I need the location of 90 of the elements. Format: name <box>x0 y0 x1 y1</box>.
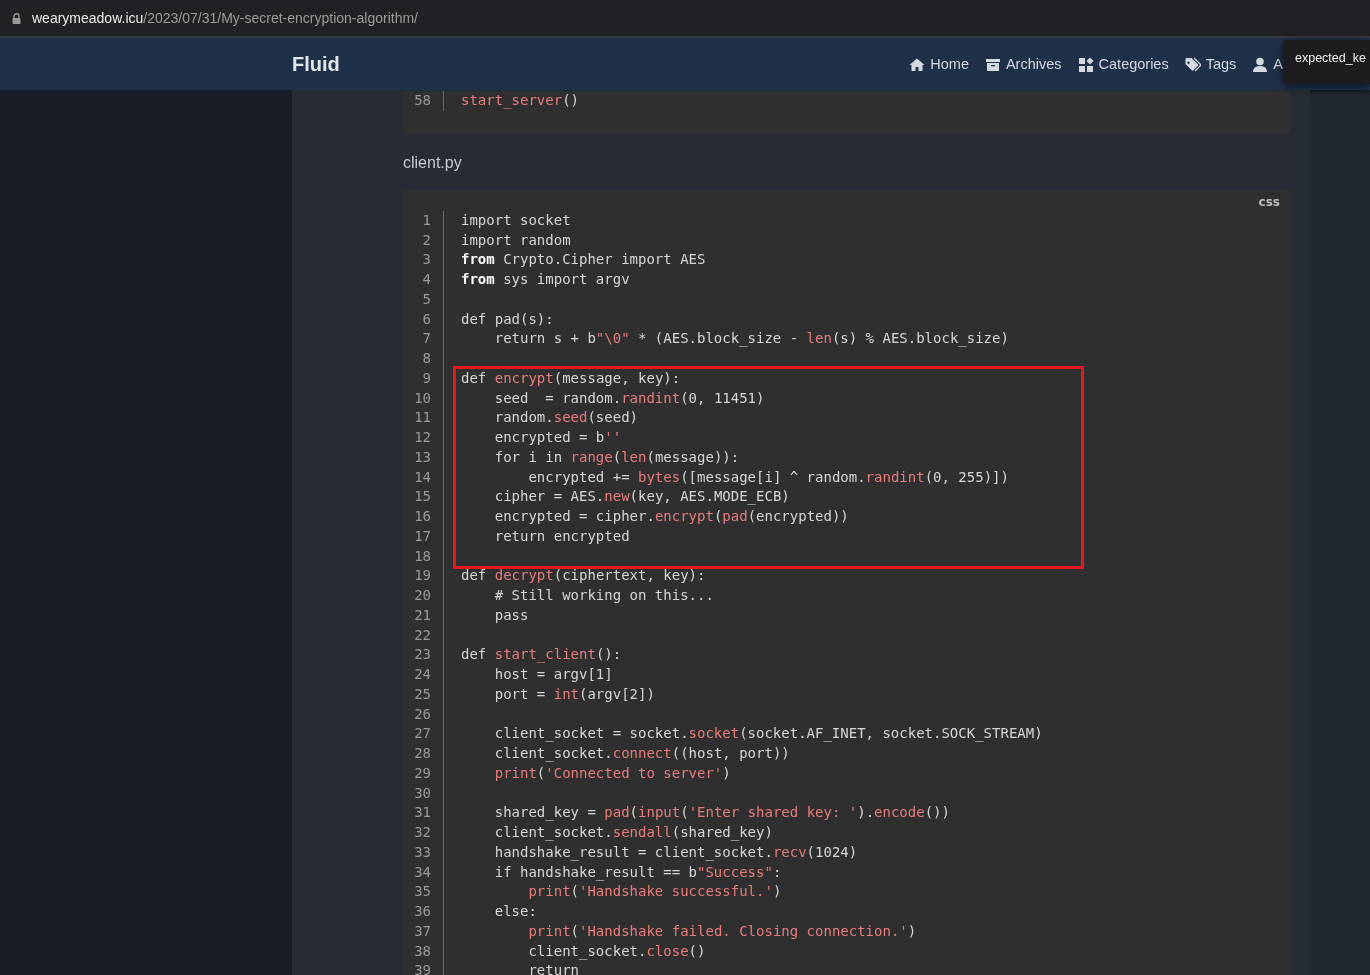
code-line: client_socket.close() <box>527 941 706 962</box>
line-number: 29 <box>413 763 431 783</box>
code-line: import socket <box>461 210 571 230</box>
line-number: 12 <box>413 428 431 447</box>
nav-link[interactable]: Archives <box>984 56 1062 72</box>
line-number: 11 <box>413 408 431 428</box>
line-number: 8 <box>421 349 431 368</box>
line-number: 26 <box>413 704 431 724</box>
code-line: def pad(s): <box>461 309 554 329</box>
tags-icon <box>1184 56 1201 72</box>
line-number: 37 <box>413 921 431 941</box>
address-bar[interactable]: wearymeadow.icu/2023/07/31/My-secret-encryption-algorithm/ <box>32 10 418 26</box>
line-number: 20 <box>413 586 431 605</box>
line-number: 19 <box>413 566 431 586</box>
line-number: 35 <box>413 882 431 902</box>
code-line: else: <box>493 902 537 921</box>
line-number: 13 <box>413 447 431 467</box>
code-line: client_socket.sendall(shared_key) <box>493 823 773 843</box>
line-number: 3 <box>421 250 431 270</box>
line-number: 22 <box>413 625 431 645</box>
code-line: handshake_result = client_socket.recv(1024) <box>493 842 858 863</box>
line-number: 39 <box>413 961 431 975</box>
code-line: random.seed(seed) <box>493 408 638 428</box>
nav-link[interactable]: Home <box>909 56 969 72</box>
code-line: pass <box>493 605 529 625</box>
line-number: 33 <box>413 842 431 862</box>
code-line: for i in range(len(message)): <box>493 447 740 467</box>
line-number: 36 <box>413 902 431 921</box>
code-line: import random <box>461 230 571 250</box>
home-icon <box>909 56 926 72</box>
line-number: 31 <box>413 803 431 823</box>
line-number: 30 <box>413 783 431 803</box>
file-heading: client.py <box>403 153 463 172</box>
line-number: 10 <box>413 388 431 408</box>
line-number: 24 <box>413 665 431 684</box>
line-number: 2 <box>421 230 431 250</box>
line-number: 18 <box>413 546 431 566</box>
user-icon <box>1252 56 1269 72</box>
code-line: seed = random.randint(0, 11451) <box>493 388 765 408</box>
code-line: client_socket.connect((host, port)) <box>493 744 790 764</box>
nav-link[interactable]: Categories <box>1077 56 1169 72</box>
code-line: print('Handshake successful.') <box>527 882 782 902</box>
code-line: encrypted += bytes([message[i] ^ random.randint(0, 255)]) <box>527 467 1009 487</box>
code-line: from sys import argv <box>461 270 630 289</box>
code-line: shared_key = pad(input('Enter shared key: ').encode()) <box>493 803 950 823</box>
code-line: return <box>527 961 579 975</box>
code-line: return s + b"\0" * (AES.block_size - len(s) % AES.block_size) <box>493 329 1009 349</box>
line-number: 16 <box>413 507 431 526</box>
code-line: def start_client(): <box>461 645 622 665</box>
code-line: # Still working on this... <box>493 586 714 605</box>
code-line: host = argv[1] <box>493 665 613 684</box>
code-line: cipher = AES.new(key, AES.MODE_ECB) <box>493 487 790 507</box>
code-line: client_socket = socket.socket(socket.AF_INET, socket.SOCK_STREAM) <box>493 724 1043 744</box>
code-line: def encrypt(message, key): <box>461 368 681 388</box>
line-number: 27 <box>413 724 431 744</box>
line-number: 1 <box>421 210 431 230</box>
line-number: 14 <box>413 467 431 487</box>
lock-icon <box>12 12 21 24</box>
code-line: print('Connected to server') <box>493 763 731 783</box>
code-line: encrypted = cipher.encrypt(pad(encrypted)) <box>493 507 849 526</box>
line-number: 5 <box>421 289 431 309</box>
language-label: css <box>1258 194 1280 209</box>
code-line: def decrypt(ciphertext, key): <box>461 566 706 586</box>
line-number: 4 <box>421 270 431 289</box>
line-number: 58 <box>413 91 431 110</box>
code-line: print('Handshake failed. Closing connection.') <box>527 921 917 941</box>
code-line: encrypted = b'' <box>493 428 622 447</box>
line-number: 15 <box>413 487 431 507</box>
line-number: 6 <box>421 309 431 329</box>
line-number: 38 <box>413 941 431 961</box>
tooltip: expected_ke <box>1283 40 1370 84</box>
line-number: 7 <box>421 329 431 349</box>
line-number: 32 <box>413 823 431 842</box>
line-number: 34 <box>413 862 431 882</box>
code-line: return encrypted <box>493 526 630 546</box>
nav-link[interactable]: A <box>1252 56 1283 72</box>
code-line: from Crypto.Cipher import AES <box>461 250 706 270</box>
line-number: 21 <box>413 605 431 625</box>
site-brand[interactable]: Fluid <box>292 52 340 76</box>
nav-link[interactable]: Tags <box>1184 56 1237 72</box>
line-number: 23 <box>413 645 431 665</box>
archive-box-icon <box>984 56 1001 72</box>
code-line: if handshake_result == b"Success": <box>493 862 782 883</box>
line-number: 28 <box>413 744 431 763</box>
code-line: start_server() <box>461 91 579 111</box>
code-line: port = int(argv[2]) <box>493 684 655 704</box>
grid-icon <box>1077 56 1094 72</box>
line-number: 17 <box>413 526 431 546</box>
line-number: 9 <box>421 368 431 388</box>
line-number: 25 <box>413 684 431 704</box>
